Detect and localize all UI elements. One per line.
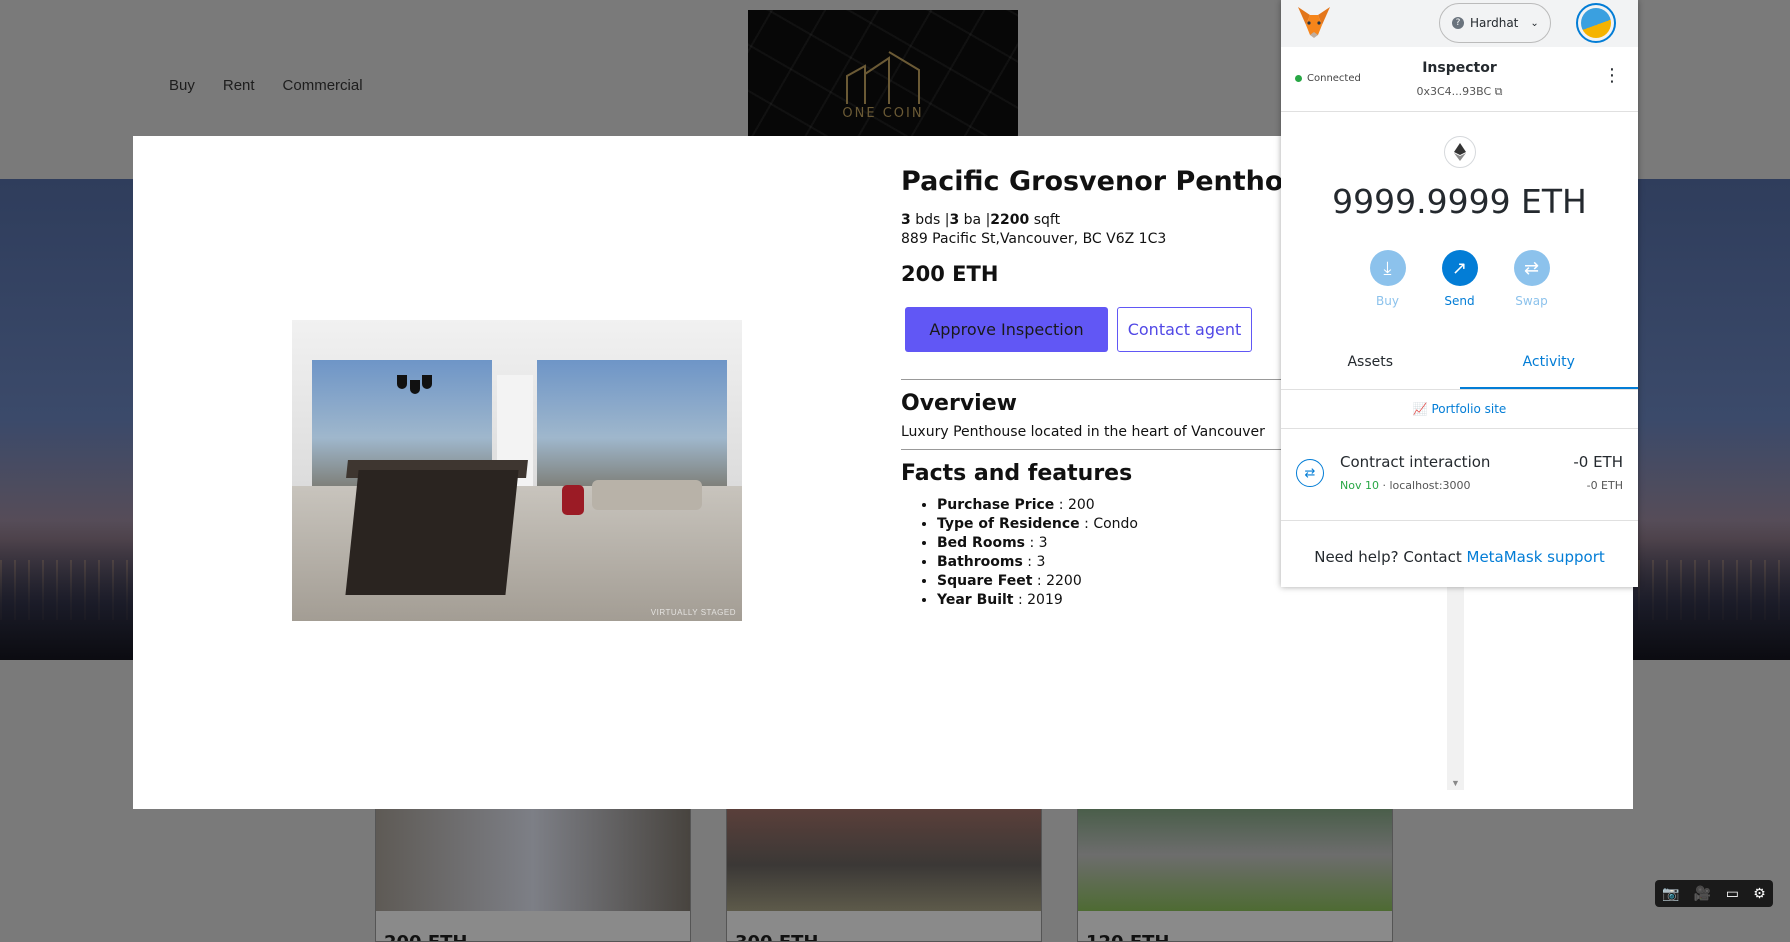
buy-button[interactable]: ⤓ Buy xyxy=(1369,250,1407,308)
account-bar: Connected Inspector 0x3C4...93BC ⧉ ⋮ xyxy=(1281,47,1638,112)
beds-value: 3 xyxy=(901,212,911,228)
sqft-label: sqft xyxy=(1033,212,1061,228)
site-nav: Buy Rent Commercial xyxy=(169,77,363,94)
contact-agent-button[interactable]: Contact agent xyxy=(1117,307,1252,352)
account-menu-icon[interactable]: ⋮ xyxy=(1603,67,1621,85)
camera-icon[interactable]: 📷 xyxy=(1662,885,1679,902)
divider xyxy=(901,379,1301,380)
baths-label: ba xyxy=(963,212,982,228)
listing-price: 300 ETH xyxy=(735,932,818,941)
balance-amount: 9999.9999 ETH xyxy=(1332,182,1587,221)
network-help-icon: ? xyxy=(1452,17,1464,29)
divider xyxy=(901,449,1301,450)
download-icon: ⤓ xyxy=(1369,250,1406,286)
metamask-fox-icon xyxy=(1298,7,1330,38)
account-address[interactable]: 0x3C4...93BC ⧉ xyxy=(1281,85,1638,99)
portfolio-label: Portfolio site xyxy=(1431,402,1507,416)
send-label: Send xyxy=(1444,294,1475,308)
transaction-row[interactable]: ⇄ Contract interaction Nov 10 · localhos… xyxy=(1281,429,1638,521)
transaction-title: Contract interaction xyxy=(1340,453,1491,471)
listing-card[interactable]: 200 ETH xyxy=(375,808,691,942)
portfolio-link[interactable]: 📈 Portfolio site xyxy=(1281,390,1638,429)
wallet-tabs: Assets Activity xyxy=(1281,337,1638,390)
chevron-down-icon: ⌄ xyxy=(1530,17,1539,29)
transaction-date: Nov 10 xyxy=(1340,479,1379,492)
window-icon[interactable]: ▭ xyxy=(1726,885,1739,902)
account-avatar[interactable] xyxy=(1576,3,1616,43)
metamask-popup: ? Hardhat ⌄ Connected Inspector 0x3C4...… xyxy=(1281,0,1638,587)
swap-icon: ⇄ xyxy=(1513,250,1550,286)
send-arrow-icon: ↗ xyxy=(1441,250,1478,286)
chart-icon: 📈 xyxy=(1412,402,1428,416)
copy-icon[interactable]: ⧉ xyxy=(1495,85,1503,98)
listing-card[interactable]: 300 ETH xyxy=(726,808,1042,942)
ethereum-icon xyxy=(1444,136,1476,168)
contract-interaction-icon: ⇄ xyxy=(1296,459,1324,487)
sqft-value: 2200 xyxy=(990,212,1030,228)
gear-icon[interactable]: ⚙ xyxy=(1753,885,1766,902)
help-text: Need help? Contact MetaMask support xyxy=(1281,548,1638,566)
transaction-amount-secondary: -0 ETH xyxy=(1586,479,1623,492)
baths-value: 3 xyxy=(949,212,960,228)
transaction-amount: -0 ETH xyxy=(1573,453,1623,471)
logo-text: ONE COIN xyxy=(842,106,924,121)
recorder-toolbar: 📷 🎥 ▭ ⚙ xyxy=(1655,880,1773,907)
swap-button[interactable]: ⇄ Swap xyxy=(1513,250,1551,308)
wallet-actions: ⤓ Buy ↗ Send ⇄ Swap xyxy=(1281,250,1638,308)
tab-assets[interactable]: Assets xyxy=(1281,337,1460,389)
photo-watermark: VIRTUALLY STAGED xyxy=(650,608,736,617)
help-prefix: Need help? Contact xyxy=(1314,548,1462,566)
swap-label: Swap xyxy=(1515,294,1548,308)
transaction-meta: Nov 10 · localhost:3000 xyxy=(1340,479,1471,492)
listing-price: 120 ETH xyxy=(1086,932,1169,941)
property-photo: VIRTUALLY STAGED xyxy=(292,320,742,621)
buy-label: Buy xyxy=(1376,294,1399,308)
transaction-origin: localhost:3000 xyxy=(1389,479,1471,492)
listing-price: 200 ETH xyxy=(384,932,467,941)
metamask-header: ? Hardhat ⌄ xyxy=(1281,0,1638,47)
nav-buy[interactable]: Buy xyxy=(169,77,195,94)
listing-card[interactable]: 120 ETH xyxy=(1077,808,1393,942)
nav-commercial[interactable]: Commercial xyxy=(283,77,363,94)
site-logo[interactable]: ONE COIN xyxy=(748,10,1018,138)
send-button[interactable]: ↗ Send xyxy=(1441,250,1479,308)
metamask-support-link[interactable]: MetaMask support xyxy=(1467,548,1605,566)
account-name[interactable]: Inspector xyxy=(1281,60,1638,76)
fact-item: Year Built : 2019 xyxy=(937,591,1501,610)
scroll-down-icon[interactable]: ▼ xyxy=(1451,778,1460,788)
network-selector[interactable]: ? Hardhat ⌄ xyxy=(1439,3,1551,43)
network-name: Hardhat xyxy=(1470,16,1519,30)
logo-mark-icon xyxy=(846,51,920,104)
beds-label: bds xyxy=(915,212,941,228)
connected-dot-icon xyxy=(1295,75,1302,82)
approve-inspection-button[interactable]: Approve Inspection xyxy=(905,307,1108,352)
nav-rent[interactable]: Rent xyxy=(223,77,255,94)
tab-activity[interactable]: Activity xyxy=(1459,337,1638,389)
video-icon[interactable]: 🎥 xyxy=(1694,885,1711,902)
